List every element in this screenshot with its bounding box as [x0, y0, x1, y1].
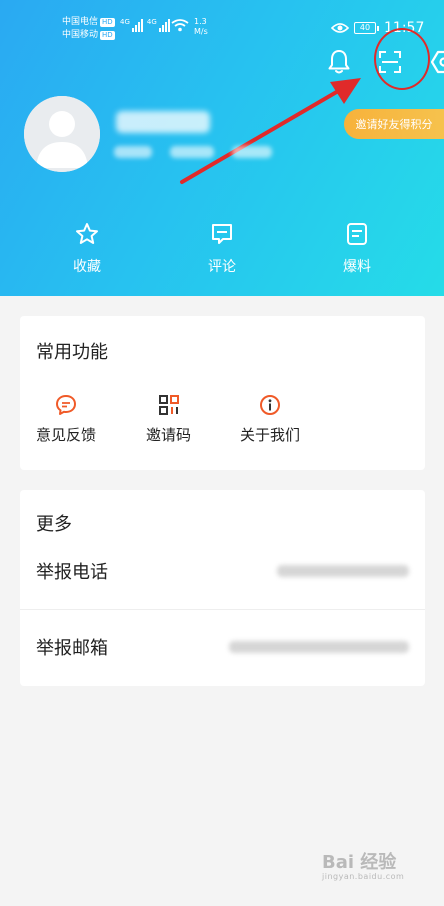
feedback-button[interactable]: 意见反馈 [36, 394, 96, 445]
settings-icon [431, 50, 444, 74]
comment-icon [212, 224, 232, 244]
wifi-icon [171, 19, 189, 32]
more-title: 更多 [36, 514, 72, 535]
signal-2-icon: 4G [147, 18, 170, 32]
signal-icons: 4G 4G [120, 18, 170, 32]
carrier-2-name: 中国移动 [62, 30, 99, 40]
header-actions: 收藏 评论 爆料 [0, 222, 444, 282]
about-us-label: 关于我们 [240, 426, 301, 444]
feedback-label: 意见反馈 [36, 426, 97, 444]
more-card: 更多 举报电话 举报邮箱 [20, 490, 425, 686]
comments-label: 评论 [208, 259, 236, 275]
report-email-label: 举报邮箱 [36, 638, 108, 659]
profile-header: 中国电信 HD 中国移动 HD 4G 4G 1.3 M/s 40 11:57 邀… [0, 0, 444, 296]
favorites-label: 收藏 [73, 259, 101, 275]
default-avatar-icon [24, 96, 100, 172]
network-speed: 1.3 M/s [194, 17, 208, 36]
baidu-jingyan-watermark: Bai 经验 jingyan.baidu.com [322, 852, 405, 884]
report-phone-value-blurred [277, 565, 409, 577]
battery-icon: 40 [354, 22, 379, 34]
watermark-url: jingyan.baidu.com [322, 872, 405, 881]
signal-1-icon: 4G [120, 18, 143, 32]
qrcode-icon [158, 395, 179, 415]
annotation-circle [374, 28, 430, 90]
carrier-info: 中国电信 HD 中国移动 HD [62, 16, 115, 42]
feedback-icon [56, 395, 76, 415]
username-blurred[interactable] [116, 111, 210, 133]
invite-code-label: 邀请码 [146, 426, 192, 444]
eye-comfort-icon [331, 23, 349, 33]
submit-tip-button[interactable]: 爆料 [312, 222, 402, 276]
carrier-1-name: 中国电信 [62, 17, 99, 27]
invite-code-button[interactable]: 邀请码 [146, 394, 191, 445]
comments-button[interactable]: 评论 [177, 222, 267, 276]
report-email-value-blurred [229, 641, 409, 653]
hd-badge: HD [100, 31, 115, 40]
report-phone-row[interactable]: 举报电话 [20, 534, 425, 610]
info-icon [260, 395, 280, 415]
invite-friends-badge[interactable]: 邀请好友得积分 [344, 109, 444, 139]
report-phone-label: 举报电话 [36, 562, 108, 583]
common-functions-title: 常用功能 [36, 342, 108, 363]
user-stats-blurred [114, 146, 272, 160]
hd-badge: HD [100, 18, 115, 27]
notification-button[interactable] [321, 44, 357, 80]
avatar[interactable] [24, 96, 100, 172]
submit-tip-label: 爆料 [343, 259, 371, 275]
star-icon [76, 223, 98, 244]
document-icon [347, 223, 367, 245]
common-functions-card: 常用功能 意见反馈 邀请码 关于我们 [20, 316, 425, 470]
bell-icon [328, 50, 350, 74]
status-bar: 中国电信 HD 中国移动 HD 4G 4G 1.3 M/s 40 11:57 [0, 10, 444, 46]
watermark-brand: Bai 经验 [322, 852, 397, 873]
about-us-button[interactable]: 关于我们 [240, 394, 300, 445]
favorites-button[interactable]: 收藏 [42, 222, 132, 276]
report-email-row[interactable]: 举报邮箱 [20, 610, 425, 686]
